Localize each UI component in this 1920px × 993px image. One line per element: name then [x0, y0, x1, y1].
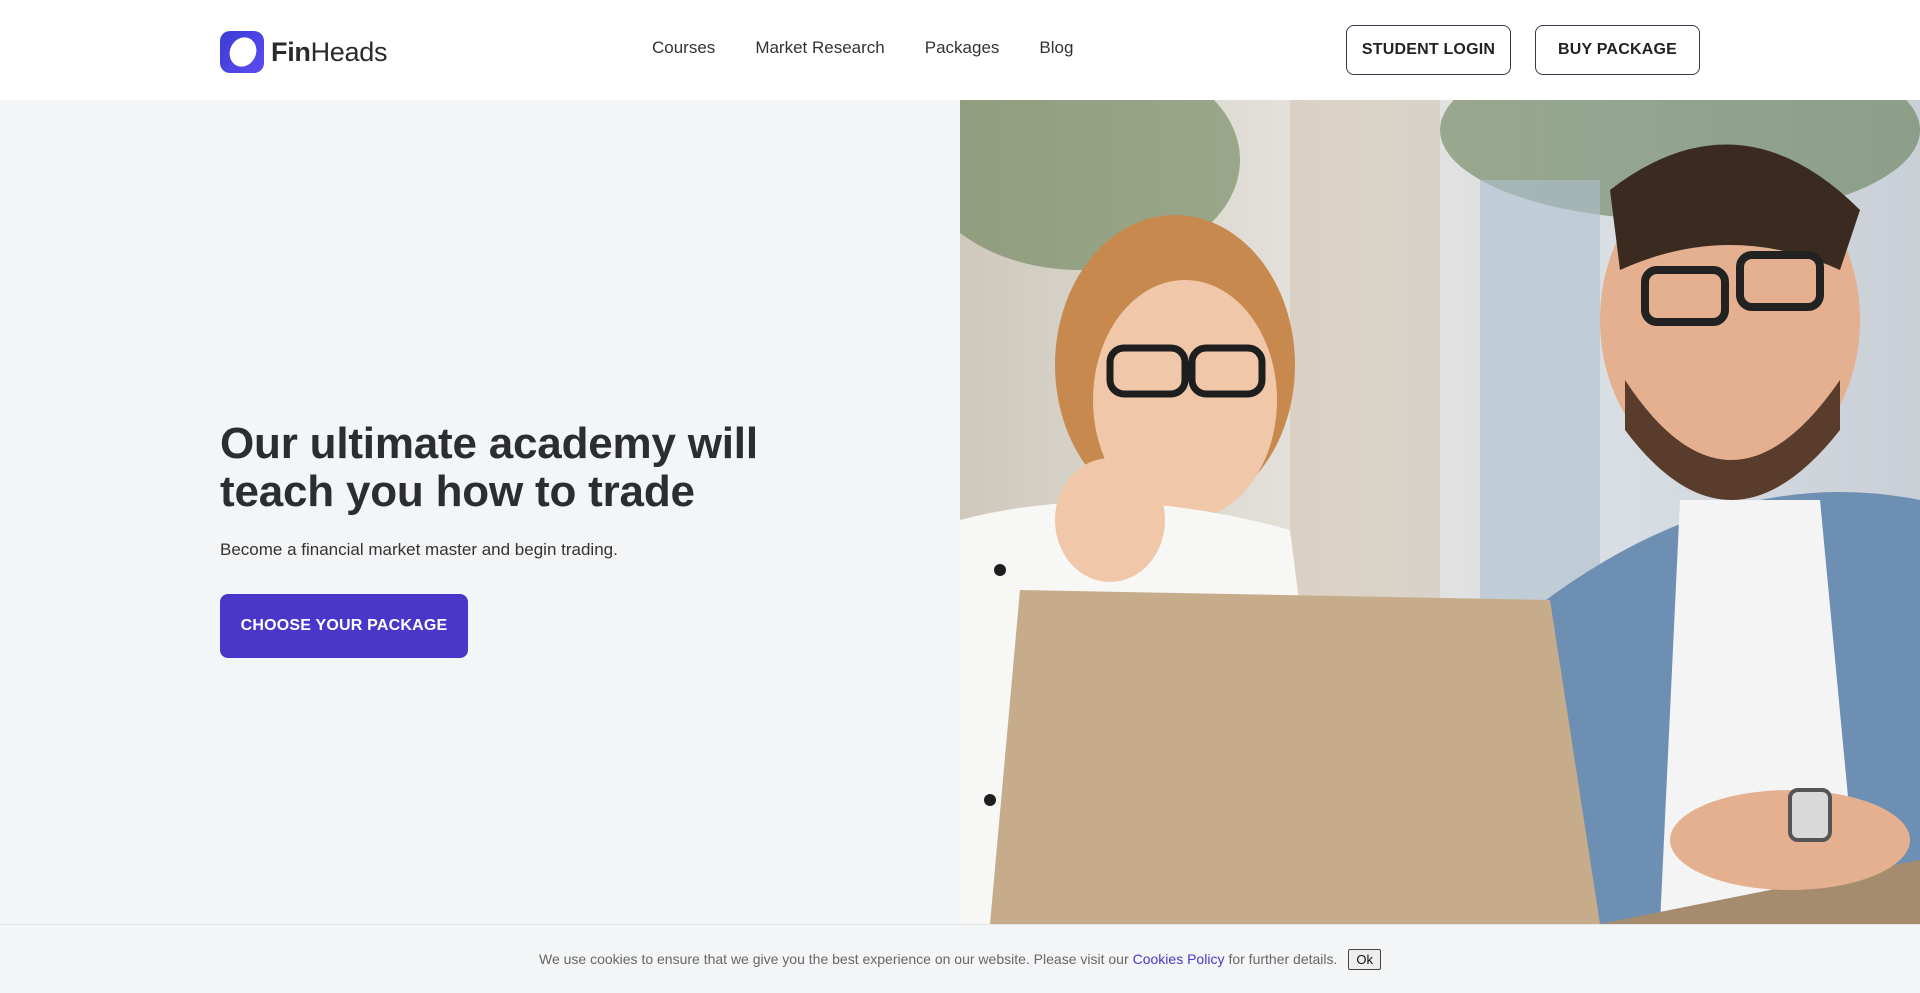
student-login-button[interactable]: STUDENT LOGIN: [1346, 25, 1511, 75]
hero-photo: [960, 100, 1920, 924]
cookies-policy-link[interactable]: Cookies Policy: [1133, 951, 1225, 967]
choose-package-button[interactable]: CHOOSE YOUR PACKAGE: [220, 594, 468, 658]
nav-item-market-research[interactable]: Market Research: [755, 38, 884, 58]
cookie-banner: We use cookies to ensure that we give yo…: [0, 924, 1920, 993]
main-nav: Courses Market Research Packages Blog: [652, 38, 1113, 58]
cookie-ok-button[interactable]: Ok: [1348, 948, 1382, 970]
cookie-text-after: for further details.: [1228, 951, 1338, 967]
hero-title: Our ultimate academy will teach you how …: [220, 419, 758, 516]
nav-item-courses[interactable]: Courses: [652, 38, 715, 58]
nav-item-blog[interactable]: Blog: [1039, 38, 1073, 58]
logo-text-bold: Fin: [271, 36, 311, 67]
logo-text-regular: Heads: [310, 36, 388, 67]
hero-subtitle: Become a financial market master and beg…: [220, 540, 618, 559]
logo-wordmark: FinHeads: [271, 37, 387, 68]
nav-item-packages[interactable]: Packages: [925, 38, 1000, 58]
logo-icon: [220, 31, 264, 73]
finheads-logo[interactable]: FinHeads: [220, 31, 387, 73]
buy-package-button[interactable]: BUY PACKAGE: [1535, 25, 1700, 75]
photo-illustration: [960, 100, 1920, 924]
cookie-text: We use cookies to ensure that we give yo…: [538, 951, 1129, 967]
site-header: FinHeads Courses Market Research Package…: [0, 0, 1920, 100]
